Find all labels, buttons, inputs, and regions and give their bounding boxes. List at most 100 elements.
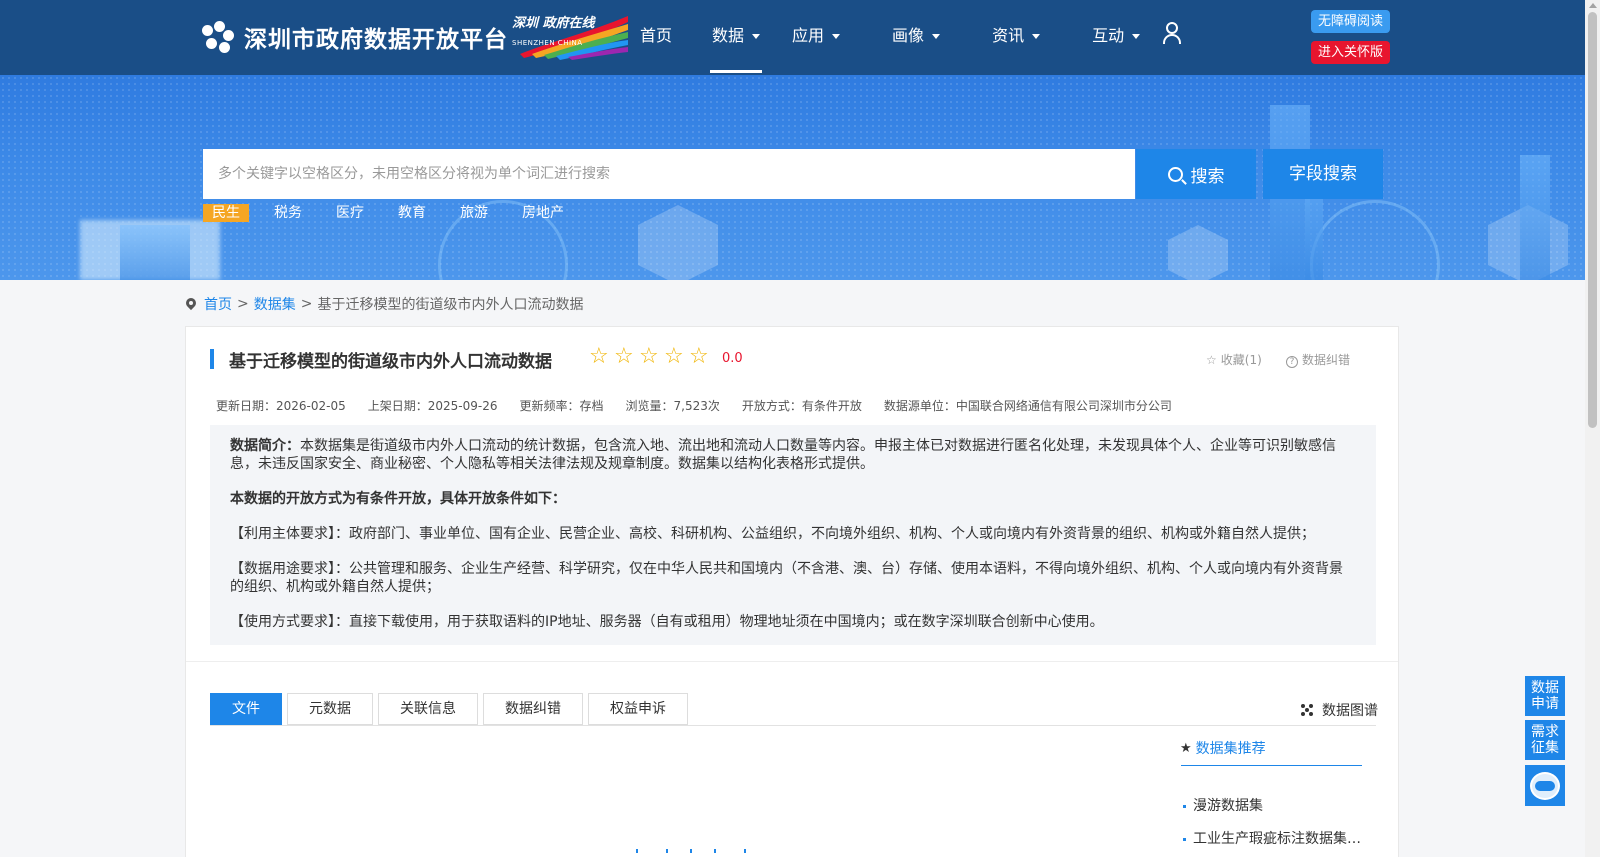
star-icon[interactable]: ☆ xyxy=(614,346,639,368)
nav-item-news[interactable]: 资讯 xyxy=(992,0,1041,75)
favorite-label: 收藏(1) xyxy=(1220,353,1262,367)
breadcrumb-separator: > xyxy=(300,296,313,312)
star-icon[interactable]: ☆ xyxy=(639,346,664,368)
apply-line-1: 数据 xyxy=(1531,680,1559,696)
meta-open-mode: 开放方式：有条件开放 xyxy=(741,399,862,413)
nav-label: 画像 xyxy=(892,26,925,45)
chevron-down-icon xyxy=(1132,34,1141,39)
nav-item-profile[interactable]: 画像 xyxy=(892,0,941,75)
tag-real-estate[interactable]: 房地产 xyxy=(513,204,573,222)
title-accent-bar xyxy=(210,349,214,369)
chevron-down-icon xyxy=(1032,34,1041,39)
nav-label: 首页 xyxy=(640,26,673,45)
robot-assistant-icon xyxy=(1530,771,1560,800)
nav-item-data[interactable]: 数据 xyxy=(710,0,763,75)
intro-text: 本数据集是街道级市内外人口流动的统计数据，包含流入地、流出地和流动人口数量等内容… xyxy=(230,438,1336,472)
tab-metadata[interactable]: 元数据 xyxy=(287,693,373,725)
rating-stars[interactable]: ☆ ☆ ☆ ☆ ☆ xyxy=(589,346,714,368)
data-apply-button[interactable]: 数据 申请 xyxy=(1525,676,1565,716)
dataset-title: 基于迁移模型的街道级市内外人口流动数据 xyxy=(229,352,552,372)
site-title: 深圳市政府数据开放平台 xyxy=(244,27,508,53)
tab-correction[interactable]: 数据纠错 xyxy=(483,693,583,725)
star-icon[interactable]: ☆ xyxy=(664,346,689,368)
search-placeholder: 多个关键字以空格区分，未用空格区分将视为单个词汇进行搜索 xyxy=(218,166,610,182)
breadcrumb-datasets[interactable]: 数据集 xyxy=(254,294,296,314)
scrollbar-thumb[interactable] xyxy=(1588,12,1597,428)
nav-item-apps[interactable]: 应用 xyxy=(792,0,841,75)
graph-nodes-icon xyxy=(1301,704,1313,716)
nav-item-home[interactable]: 首页 xyxy=(640,0,672,75)
top-header: 深圳市政府数据开放平台 深圳 政府在线 SHENZHEN CHINA 首页 数据… xyxy=(0,0,1585,75)
conditions-heading: 本数据的开放方式为有条件开放，具体开放条件如下： xyxy=(230,491,566,507)
star-sparkle-icon: ★ xyxy=(1180,740,1192,756)
tag-medical[interactable]: 医疗 xyxy=(327,204,373,222)
recommend-item[interactable]: 漫游数据集 xyxy=(1183,795,1364,815)
search-button[interactable]: 搜索 xyxy=(1136,149,1256,199)
search-button-label: 搜索 xyxy=(1190,166,1225,187)
meta-update-date: 更新日期：2026-02-05 xyxy=(216,399,346,413)
hot-tags: 民生 税务 医疗 教育 旅游 房地产 xyxy=(203,204,589,222)
elder-mode-button[interactable]: 进入关怀版 xyxy=(1311,41,1390,64)
tab-appeal[interactable]: 权益申诉 xyxy=(588,693,688,725)
meta-source-unit: 数据源单位：中国联合网络通信有限公司深圳市分公司 xyxy=(883,399,1172,413)
page-scrollbar[interactable] xyxy=(1585,0,1600,857)
star-outline-icon: ☆ xyxy=(1206,353,1217,367)
question-icon: ? xyxy=(1286,356,1298,368)
shenzhen-china-brand-logo: 深圳 政府在线 SHENZHEN CHINA xyxy=(510,12,630,60)
tag-tax[interactable]: 税务 xyxy=(265,204,311,222)
demand-collect-button[interactable]: 需求 征集 xyxy=(1525,720,1565,760)
brand-cn-text: 深圳 政府在线 xyxy=(512,16,595,31)
rating-score: 0.0 xyxy=(722,351,743,366)
scroll-up-arrow-icon[interactable] xyxy=(1589,3,1597,8)
breadcrumb-current: 基于迁移模型的街道级市内外人口流动数据 xyxy=(317,297,584,313)
recommend-item[interactable]: 工业生产瑕疵标注数据集… xyxy=(1183,828,1364,848)
tab-files[interactable]: 文件 xyxy=(210,693,282,725)
tag-education[interactable]: 教育 xyxy=(389,204,435,222)
data-graph-button[interactable]: 数据图谱 xyxy=(1301,700,1378,720)
location-pin-icon xyxy=(186,298,196,311)
molecule-logo-icon xyxy=(202,21,234,53)
main-nav: 首页 数据 应用 画像 资讯 互动 xyxy=(640,0,1141,75)
tab-underline xyxy=(210,725,1376,726)
dataset-detail-card: 基于迁移模型的街道级市内外人口流动数据 ☆ ☆ ☆ ☆ ☆ 0.0 ☆ 收藏(1)… xyxy=(185,326,1399,857)
recommend-title-text: 数据集推荐 xyxy=(1195,741,1266,757)
tag-minsheng[interactable]: 民生 xyxy=(203,204,249,222)
chevron-down-icon xyxy=(932,34,941,39)
dataset-meta: 更新日期：2026-02-05 上架日期：2025-09-26 更新频率：存档 … xyxy=(216,397,1194,414)
loading-spinner xyxy=(636,849,776,857)
accessibility-button[interactable]: 无障碍阅读 xyxy=(1311,10,1390,33)
section-divider xyxy=(186,661,1398,662)
nav-item-interact[interactable]: 互动 xyxy=(1092,0,1141,75)
breadcrumb-home[interactable]: 首页 xyxy=(204,294,232,314)
condition-purpose: 【数据用途要求】：公共管理和服务、企业生产经营、科学研究，仅在中华人民共和国境内… xyxy=(230,561,1343,595)
search-input[interactable]: 多个关键字以空格区分，未用空格区分将视为单个词汇进行搜索 xyxy=(203,149,1135,199)
user-icon[interactable] xyxy=(1162,22,1182,46)
correction-label: 数据纠错 xyxy=(1302,353,1351,367)
tab-related[interactable]: 关联信息 xyxy=(378,693,478,725)
detail-tabs: 文件 元数据 关联信息 数据纠错 权益申诉 xyxy=(210,693,693,725)
site-logo[interactable]: 深圳市政府数据开放平台 xyxy=(202,20,508,54)
chevron-down-icon xyxy=(832,34,841,39)
tag-travel[interactable]: 旅游 xyxy=(451,204,497,222)
nav-label: 数据 xyxy=(712,26,745,45)
star-icon[interactable]: ☆ xyxy=(589,346,614,368)
intro-paragraph: 数据简介：本数据集是街道级市内外人口流动的统计数据，包含流入地、流出地和流动人口… xyxy=(230,437,1356,473)
demand-line-2: 征集 xyxy=(1531,740,1559,756)
breadcrumb-separator: > xyxy=(237,296,249,312)
condition-subject: 【利用主体要求】：政府部门、事业单位、国有企业、民营企业、高校、科研机构、公益组… xyxy=(230,526,1315,542)
brand-en-text: SHENZHEN CHINA xyxy=(512,39,583,47)
recommend-underline xyxy=(1181,765,1362,766)
data-graph-label: 数据图谱 xyxy=(1322,703,1378,719)
nav-label: 资讯 xyxy=(992,26,1025,45)
dataset-description: 数据简介：本数据集是街道级市内外人口流动的统计数据，包含流入地、流出地和流动人口… xyxy=(210,425,1376,645)
favorite-button[interactable]: ☆ 收藏(1) xyxy=(1206,351,1262,368)
meta-views: 浏览量：7,523次 xyxy=(625,399,720,413)
intro-label: 数据简介： xyxy=(230,438,300,454)
breadcrumb: 首页 > 数据集 > 基于迁移模型的街道级市内外人口流动数据 xyxy=(186,294,583,314)
field-search-button[interactable]: 字段搜索 xyxy=(1263,149,1383,199)
robot-assistant-button[interactable] xyxy=(1525,765,1565,806)
meta-frequency: 更新频率：存档 xyxy=(519,399,604,413)
nav-label: 应用 xyxy=(792,26,825,45)
star-icon[interactable]: ☆ xyxy=(689,346,714,368)
correction-link[interactable]: ? 数据纠错 xyxy=(1286,351,1350,368)
